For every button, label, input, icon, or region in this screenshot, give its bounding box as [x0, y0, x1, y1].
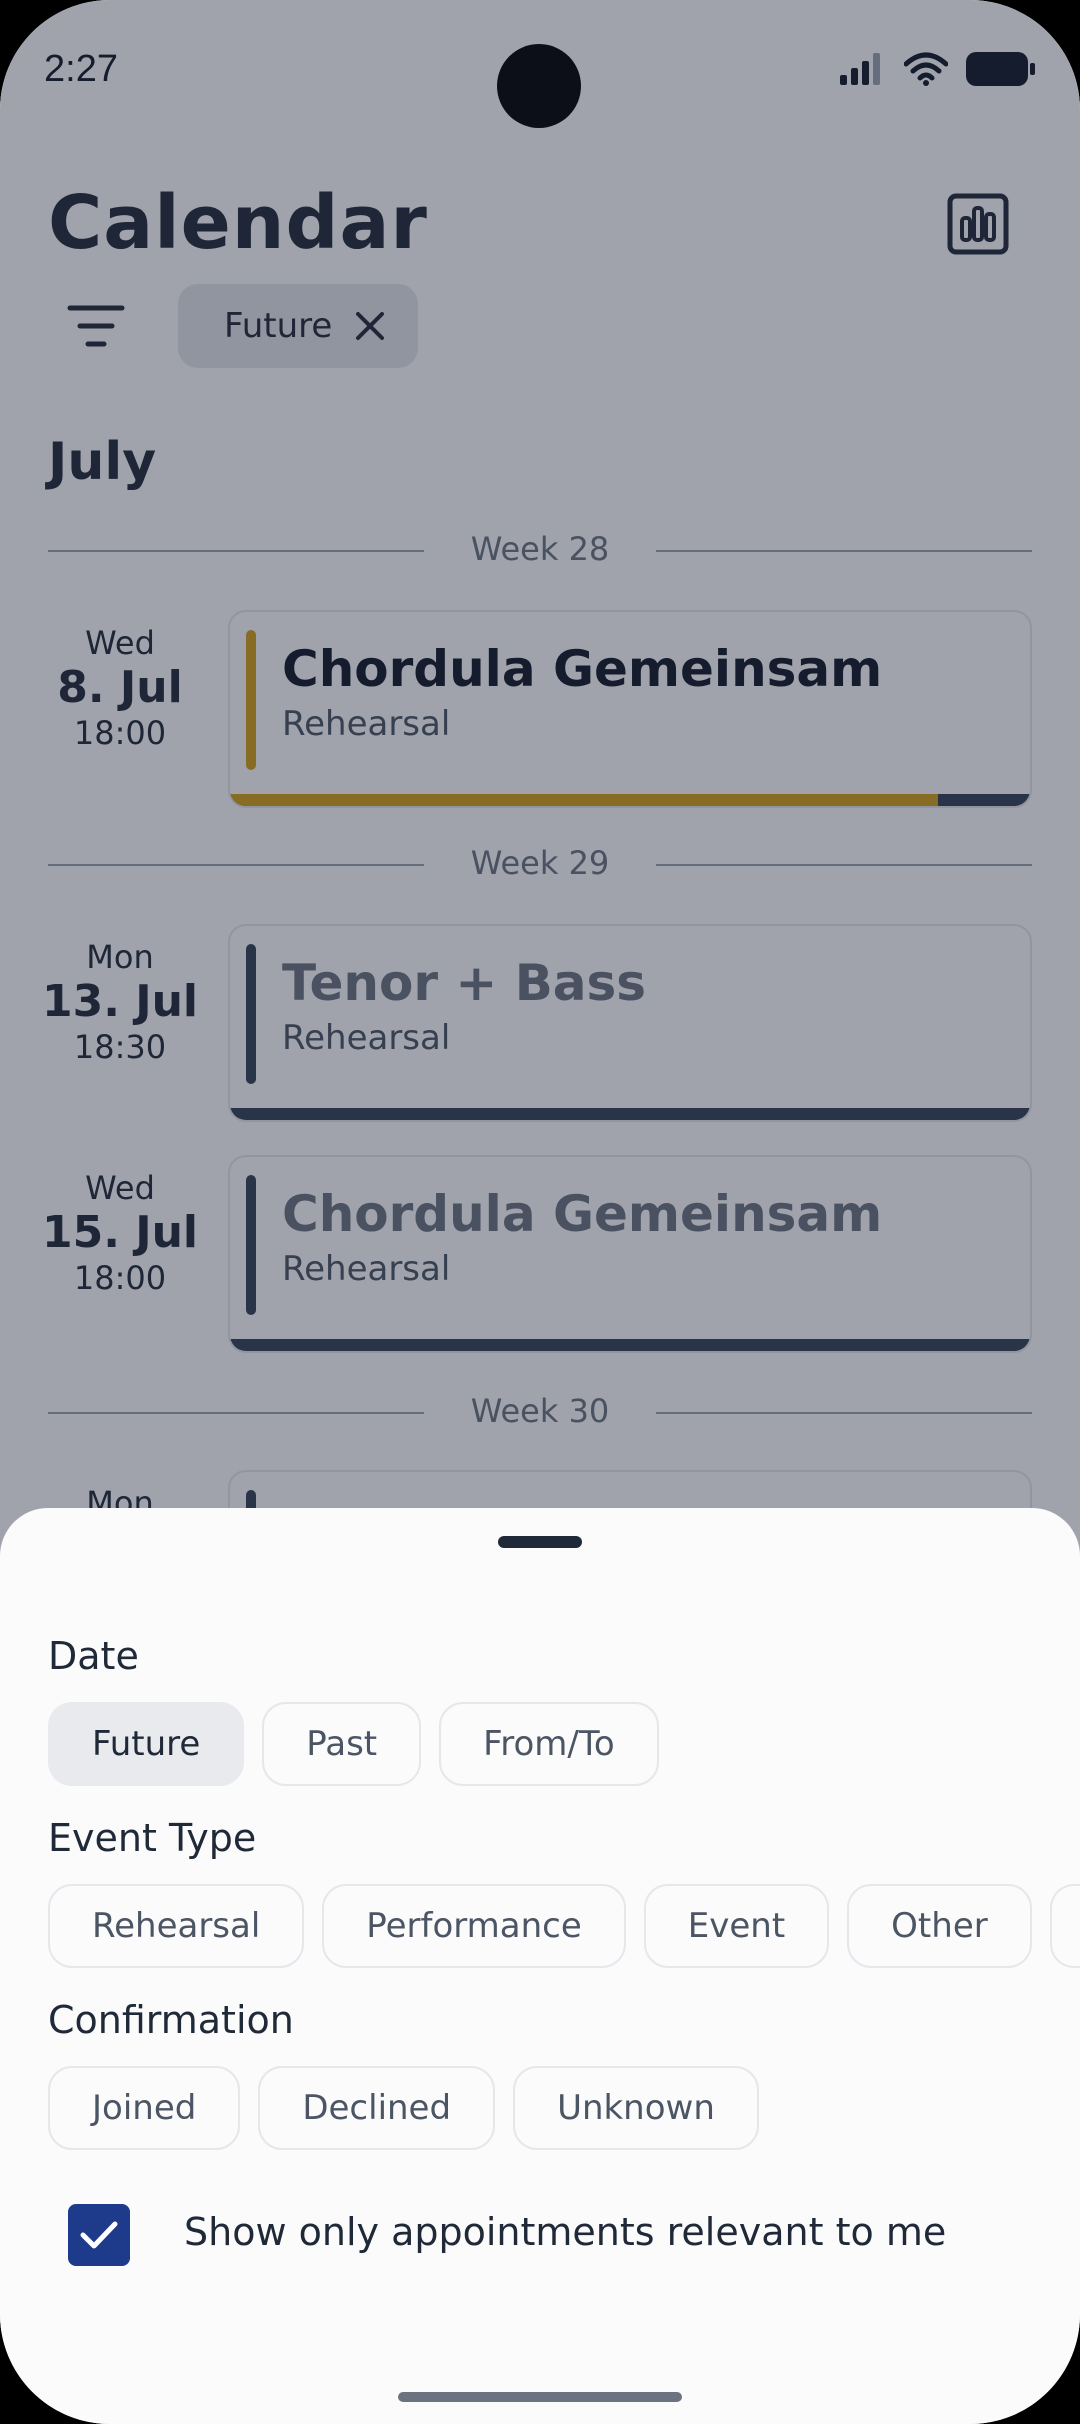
- event-type-section-label: Event Type: [48, 1816, 257, 1860]
- date-chip-row: Future Past From/To: [48, 1702, 659, 1786]
- event-type-chip-overflow[interactable]: [1049, 1884, 1080, 1968]
- event-type-chip-other[interactable]: Other: [847, 1884, 1032, 1968]
- date-chip-from-to[interactable]: From/To: [439, 1702, 659, 1786]
- confirmation-chip-declined[interactable]: Declined: [258, 2066, 496, 2150]
- confirmation-chip-row: Joined Declined Unknown: [48, 2066, 759, 2150]
- filter-bottom-sheet: Date Future Past From/To Event Type Rehe…: [0, 1508, 1080, 2424]
- date-chip-past[interactable]: Past: [262, 1702, 422, 1786]
- confirmation-chip-unknown[interactable]: Unknown: [513, 2066, 759, 2150]
- event-type-chip-performance[interactable]: Performance: [322, 1884, 626, 1968]
- checkmark-icon: [80, 2221, 118, 2249]
- event-type-chip-row: Rehearsal Performance Event Other: [48, 1884, 1080, 1968]
- event-type-chip-event[interactable]: Event: [643, 1884, 830, 1968]
- confirmation-section-label: Confirmation: [48, 1998, 294, 2042]
- phone-screen: 2:27 Calendar Future July Week 28 Wed 8.…: [0, 0, 1080, 2424]
- home-indicator[interactable]: [398, 2392, 682, 2402]
- confirmation-chip-joined[interactable]: Joined: [48, 2066, 241, 2150]
- relevant-only-checkbox[interactable]: [68, 2204, 130, 2266]
- relevant-only-label[interactable]: Show only appointments relevant to me: [184, 2210, 946, 2254]
- event-type-chip-rehearsal[interactable]: Rehearsal: [48, 1884, 305, 1968]
- date-chip-future[interactable]: Future: [48, 1702, 245, 1786]
- date-section-label: Date: [48, 1634, 139, 1678]
- sheet-drag-handle[interactable]: [498, 1536, 582, 1548]
